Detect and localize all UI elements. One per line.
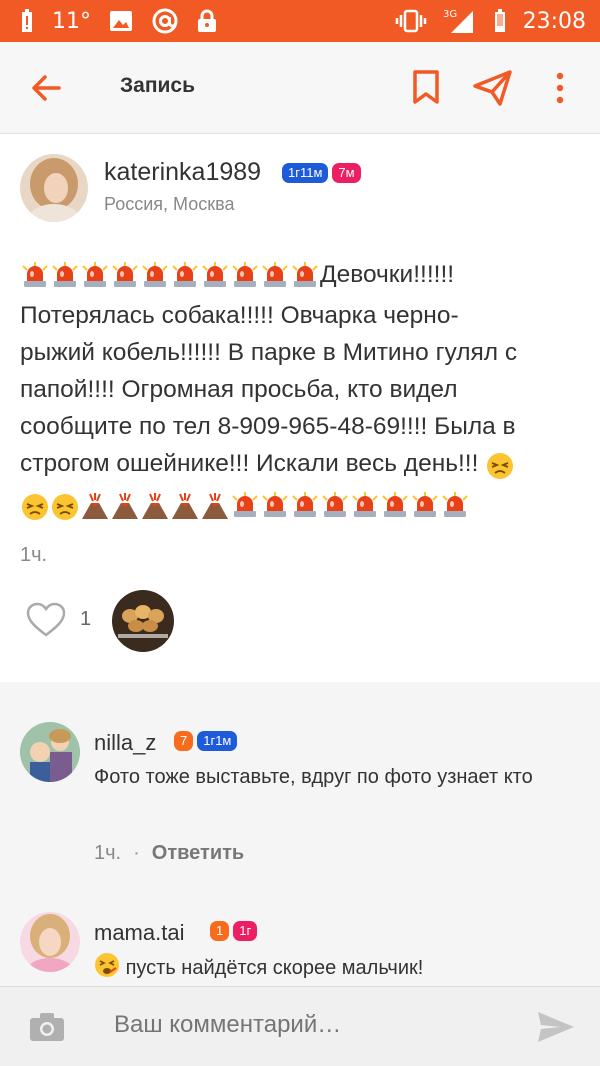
more-vert-icon <box>556 72 564 104</box>
send-comment-button[interactable] <box>536 1009 576 1045</box>
post-author-name[interactable]: katerinka1989 <box>104 158 261 187</box>
comment-text: Фото тоже выставьте, вдруг по фото узнае… <box>94 766 533 788</box>
post-text-line: строгом ошейнике!!! Искали весь день!!! <box>20 450 479 477</box>
siren-emoji-row <box>20 260 320 297</box>
commenter-avatar[interactable] <box>20 722 80 782</box>
like-count: 1 <box>80 608 92 630</box>
comment-meta: 1ч. · Ответить <box>94 842 244 865</box>
badge-gift: 7м <box>332 163 361 183</box>
siren-emoji <box>442 492 468 517</box>
badge-gift: 1г <box>233 921 258 941</box>
battery-icon <box>493 9 507 33</box>
siren-emoji <box>352 492 378 517</box>
comment-time: 1ч. <box>94 842 122 864</box>
post-text-line: папой!!!! Огромная просьба, кто видел <box>20 376 458 403</box>
image-icon <box>109 10 133 32</box>
volcano-emoji <box>172 493 198 519</box>
siren-emoji <box>202 262 228 287</box>
svg-text:3G: 3G <box>443 9 457 20</box>
at-sign-icon <box>151 7 179 35</box>
heart-icon <box>26 602 66 637</box>
siren-emoji <box>262 262 288 287</box>
siren-emoji <box>322 492 348 517</box>
back-arrow-icon <box>32 75 61 101</box>
post-text-line: сообщите по тел 8-909-965-48-69!!!! Была… <box>20 413 516 440</box>
siren-emoji <box>232 492 258 517</box>
status-bar: 11° 3G 23:08 <box>0 0 600 42</box>
vibrate-icon <box>395 9 427 33</box>
battery-alert-icon <box>20 9 34 33</box>
badge-membership: 1г11м <box>282 163 329 183</box>
persevering-face-emoji <box>487 453 514 479</box>
send-icon <box>538 1012 574 1042</box>
siren-emoji <box>412 492 438 517</box>
siren-emoji <box>22 262 48 287</box>
temperature-text: 11° <box>52 8 91 34</box>
commenter-badges: 7 1г1м <box>174 731 238 751</box>
author-avatar[interactable] <box>20 154 88 222</box>
siren-emoji <box>142 262 168 287</box>
badge-level: 1 <box>210 921 230 941</box>
siren-emoji <box>292 262 318 287</box>
lock-icon <box>197 9 217 33</box>
siren-emoji <box>82 262 108 287</box>
siren-emoji <box>52 262 78 287</box>
comment-text-row: пусть найдётся скорее мальчик! <box>94 952 584 984</box>
siren-emoji <box>112 262 138 287</box>
comments-section <box>0 682 600 986</box>
commenter-name[interactable]: nilla_z <box>94 730 156 756</box>
volcano-emoji <box>202 493 228 519</box>
comment-composer <box>0 986 600 1066</box>
siren-emoji <box>172 262 198 287</box>
volcano-emoji <box>112 493 138 519</box>
siren-emoji <box>262 492 288 517</box>
bookmark-button[interactable] <box>410 68 442 108</box>
post-text-line: Потерялась собака!!!!! Овчарка черно- <box>20 302 459 329</box>
author-location: Россия, Москва <box>104 194 235 214</box>
commenter-badges: 1 1г <box>210 921 258 941</box>
siren-emoji <box>382 492 408 517</box>
camera-icon <box>30 1013 64 1041</box>
page-title: Запись <box>120 74 196 97</box>
share-button[interactable] <box>472 68 514 108</box>
liker-avatar[interactable] <box>112 590 174 652</box>
more-menu-button[interactable] <box>548 68 572 108</box>
persevering-face-emoji <box>22 494 48 520</box>
tired-face-emoji <box>95 953 119 977</box>
back-button[interactable] <box>28 70 64 106</box>
clock-text: 23:08 <box>522 8 586 34</box>
persevering-face-emoji <box>485 449 515 486</box>
emoji-row <box>20 490 470 527</box>
comment-text: пусть найдётся скорее мальчик! <box>125 957 424 979</box>
commenter-name[interactable]: mama.tai <box>94 920 184 946</box>
siren-emoji <box>292 492 318 517</box>
bookmark-icon <box>413 70 439 104</box>
badge-membership: 1г1м <box>197 731 238 751</box>
reply-button[interactable]: Ответить <box>152 842 244 865</box>
attach-photo-button[interactable] <box>28 1011 66 1043</box>
post-time: 1ч. <box>20 544 48 566</box>
like-button[interactable] <box>26 602 66 638</box>
post-text-line: Девочки!!!!!! <box>320 261 455 288</box>
post: katerinka1989 1г11м 7м Россия, Москва Де… <box>0 134 600 682</box>
share-send-icon <box>473 70 512 106</box>
persevering-face-emoji <box>52 494 78 520</box>
volcano-emoji <box>142 493 168 519</box>
volcano-emoji <box>82 493 108 519</box>
badge-level: 7 <box>174 731 194 751</box>
commenter-avatar[interactable] <box>20 912 80 972</box>
siren-emoji <box>232 262 258 287</box>
post-text: Девочки!!!!!! Потерялась собака!!!!! Овч… <box>20 256 580 527</box>
separator-dot: · <box>133 842 140 864</box>
signal-3g-icon: 3G <box>443 7 477 35</box>
author-badges: 1г11м 7м <box>282 163 361 183</box>
comment-input[interactable] <box>114 1011 494 1039</box>
app-bar: Запись <box>0 42 600 134</box>
post-text-line: рыжий кобель!!!!!! В парке в Митино гуля… <box>20 339 518 366</box>
